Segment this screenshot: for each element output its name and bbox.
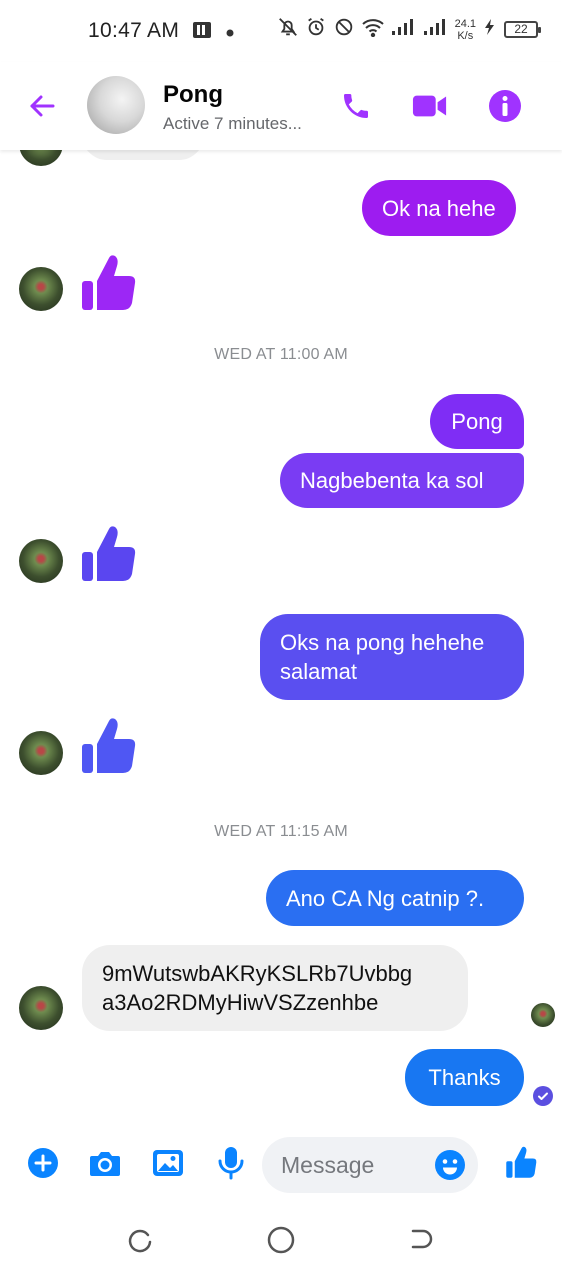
- incoming-message-bubble[interactable]: 9mWutswbAKRyKSLRb7Uvbbg a3Ao2RDMyHiwVSZz…: [82, 945, 468, 1031]
- system-navigation-bar: [0, 1202, 562, 1280]
- contact-active-status: Active 7 minutes...: [163, 114, 302, 133]
- thumbs-up-icon: [506, 1146, 537, 1178]
- thumbs-up-icon[interactable]: [80, 717, 136, 777]
- conversation-header: Pong Active 7 minutes...: [0, 62, 562, 150]
- read-receipt-avatar: [531, 1003, 555, 1027]
- send-like-button[interactable]: [504, 1146, 538, 1180]
- thumbs-up-icon[interactable]: [80, 254, 136, 314]
- gallery-button[interactable]: [151, 1146, 185, 1180]
- wifi-icon: [361, 17, 385, 42]
- status-time: 10:47 AM: [88, 19, 180, 42]
- message-text-line: 9mWutswbAKRyKSLRb7Uvbbg: [102, 961, 413, 986]
- image-icon: [153, 1150, 183, 1176]
- signal-icon: [391, 18, 417, 41]
- camera-icon: [90, 1152, 120, 1176]
- microphone-icon: [218, 1147, 244, 1180]
- battery-indicator: 22: [504, 21, 541, 38]
- home-circle-icon: [267, 1226, 295, 1254]
- contact-avatar-small: [19, 267, 63, 311]
- delivered-check-icon: [533, 1086, 553, 1106]
- back-button[interactable]: [24, 88, 60, 124]
- phone-icon: [344, 94, 368, 118]
- voice-call-button[interactable]: [338, 88, 374, 124]
- contact-name[interactable]: Pong: [163, 81, 223, 109]
- contact-avatar[interactable]: [87, 76, 145, 134]
- do-not-disturb-icon: [333, 16, 355, 43]
- outgoing-message-bubble[interactable]: Ano CA Ng catnip ?.: [266, 870, 524, 926]
- alarm-icon: [305, 16, 327, 43]
- outgoing-message-bubble[interactable]: Nagbebenta ka sol: [280, 453, 524, 508]
- info-icon: [489, 90, 521, 122]
- status-bar: 10:47 AM 24.1 K/s 22: [0, 0, 562, 62]
- message-text-line: Oks na pong hehehe: [280, 630, 485, 655]
- back-arrow-icon: [30, 95, 55, 117]
- message-list[interactable]: Ok na hehe WED AT 11:00 AM Pong Nagbeben…: [0, 110, 562, 1130]
- timestamp-divider: WED AT 11:15 AM: [214, 823, 348, 840]
- voice-message-button[interactable]: [214, 1146, 248, 1180]
- outgoing-message-bubble[interactable]: Pong: [430, 394, 524, 449]
- recents-icon: [128, 1229, 152, 1253]
- contact-avatar-small: [19, 731, 63, 775]
- contact-avatar-small: [19, 986, 63, 1030]
- outgoing-message-bubble[interactable]: Ok na hehe: [362, 180, 516, 236]
- message-input[interactable]: [281, 1137, 431, 1193]
- message-text-line: a3Ao2RDMyHiwVSZzenhbe: [102, 990, 379, 1015]
- plus-icon: [28, 1148, 58, 1178]
- info-button[interactable]: [487, 88, 523, 124]
- timestamp-divider: WED AT 11:00 AM: [214, 346, 348, 363]
- video-camera-icon: [412, 95, 447, 117]
- camera-button[interactable]: [88, 1146, 122, 1180]
- home-button[interactable]: [265, 1224, 297, 1256]
- message-composer: [0, 1130, 562, 1202]
- message-input-container: [262, 1137, 478, 1193]
- outgoing-message-bubble[interactable]: Oks na pong hehehe salamat: [260, 614, 524, 700]
- contact-avatar-small: [19, 539, 63, 583]
- charging-icon: [482, 18, 498, 41]
- dot-icon: [226, 24, 234, 42]
- signal-2-icon: [423, 18, 449, 41]
- thumbs-up-icon[interactable]: [80, 525, 136, 585]
- mute-bell-icon: [277, 16, 299, 43]
- network-speed: 24.1 K/s: [454, 17, 476, 42]
- emoji-icon[interactable]: [434, 1149, 466, 1181]
- video-call-button[interactable]: [412, 88, 448, 124]
- app-notification-icon: [192, 20, 212, 45]
- message-text-line: salamat: [280, 659, 358, 684]
- back-nav-icon: [411, 1229, 433, 1249]
- more-actions-button[interactable]: [26, 1146, 60, 1180]
- outgoing-message-bubble[interactable]: Thanks: [405, 1049, 524, 1106]
- recents-button[interactable]: [124, 1224, 156, 1256]
- back-nav-button[interactable]: [405, 1224, 437, 1256]
